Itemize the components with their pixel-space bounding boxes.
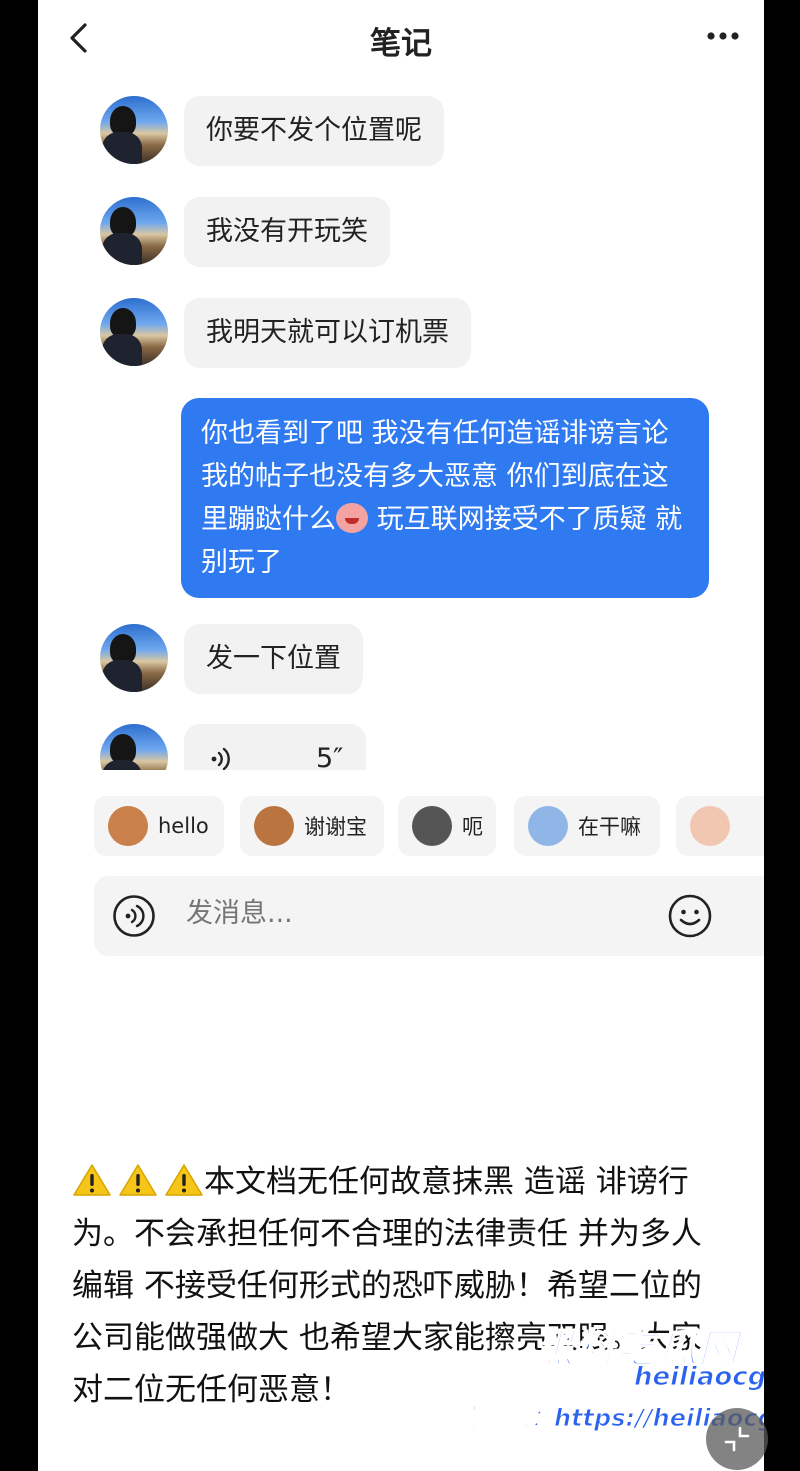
warning-icon	[119, 1164, 157, 1196]
collapse-arrows-icon	[724, 1426, 750, 1452]
self-message-bubble[interactable]: 你也看到了吧 我没有任何造谣诽谤言论 我的帖子也没有多大恶意 你们到底在这里蹦跶…	[181, 398, 709, 598]
cat-emoji-icon	[412, 806, 452, 846]
more-options-icon[interactable]	[706, 28, 740, 44]
avatar[interactable]	[100, 96, 168, 164]
quick-reply-what-doing[interactable]: 在干嘛	[514, 796, 660, 856]
quick-reply-thanks[interactable]: 谢谢宝	[240, 796, 384, 856]
monkey-flower-emoji-icon	[254, 806, 294, 846]
message-bubble[interactable]: 你要不发个位置呢	[184, 96, 444, 166]
quick-reply-uh[interactable]: 呃	[398, 796, 496, 856]
monkey-emoji-icon	[108, 806, 148, 846]
avatar[interactable]	[100, 197, 168, 265]
avatar[interactable]	[100, 724, 168, 770]
message-bubble[interactable]: 我明天就可以订机票	[184, 298, 471, 368]
page-title: 笔记	[370, 26, 432, 62]
collapse-button[interactable]	[706, 1408, 768, 1470]
message-bubble[interactable]: 发一下位置	[184, 624, 363, 694]
phone-screen: 笔记 你要不发个位置呢 我没有开玩笑 我明天就可以订机票 你也看到了吧 我没有任…	[38, 0, 764, 1471]
warning-icon	[165, 1164, 203, 1196]
voice-duration: 5″	[316, 743, 344, 770]
warning-icon	[73, 1164, 111, 1196]
quick-reply-label: 呃	[462, 815, 483, 839]
watermark-domain: heiliaocg26.com	[634, 1362, 764, 1393]
message-input-bar	[94, 876, 764, 956]
message-input[interactable]	[186, 898, 626, 929]
crying-emoji-icon	[336, 503, 368, 533]
pig-emoji-icon	[690, 806, 730, 846]
top-bar: 笔记	[38, 0, 764, 76]
emoji-picker-icon[interactable]	[667, 893, 713, 939]
quick-reply-bar: hello 谢谢宝 呃 在干嘛	[94, 796, 764, 856]
voice-wave-icon	[211, 747, 230, 770]
quick-reply-label: 谢谢宝	[304, 815, 367, 839]
disclaimer-caption: 本文档无任何故意抹黑 造谣 诽谤行为。不会承担任何不合理的法律责任 并为多人编辑…	[72, 1156, 732, 1416]
robot-emoji-icon	[528, 806, 568, 846]
quick-reply-more[interactable]	[676, 796, 764, 856]
chat-area[interactable]: 你要不发个位置呢 我没有开玩笑 我明天就可以订机票 你也看到了吧 我没有任何造谣…	[38, 76, 764, 770]
avatar[interactable]	[100, 298, 168, 366]
voice-message-bubble[interactable]: 5″	[184, 724, 366, 770]
quick-reply-hello[interactable]: hello	[94, 796, 224, 856]
avatar[interactable]	[100, 624, 168, 692]
quick-reply-label: hello	[158, 814, 209, 838]
message-bubble[interactable]: 我没有开玩笑	[184, 197, 390, 267]
quick-reply-label: 在干嘛	[578, 815, 641, 839]
watermark-prefix: 看完整版：	[434, 1404, 555, 1433]
voice-input-icon[interactable]	[112, 894, 156, 938]
